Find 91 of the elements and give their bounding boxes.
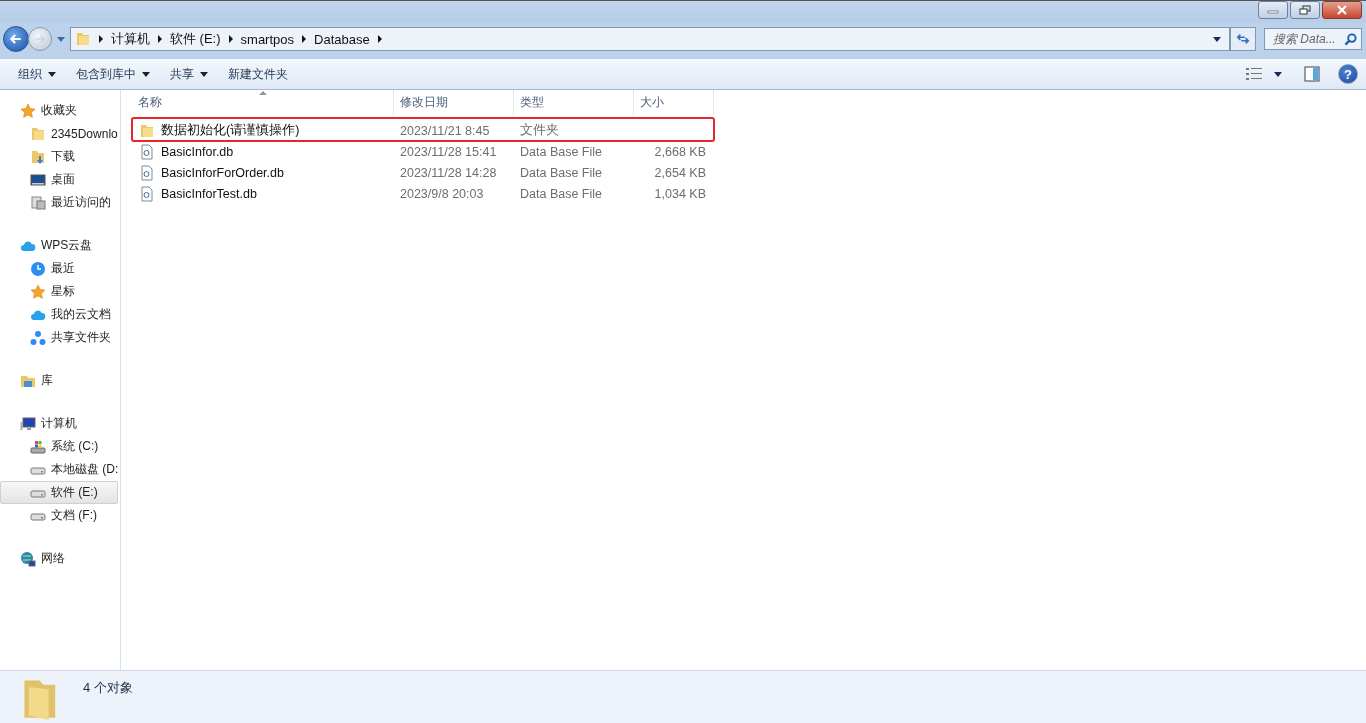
column-header[interactable]: 大小 xyxy=(634,90,714,115)
recent-places-icon xyxy=(30,194,46,211)
computer-icon xyxy=(20,415,36,432)
refresh-button[interactable] xyxy=(1230,27,1256,51)
forward-arrow-icon xyxy=(33,32,47,46)
file-name: BasicInforTest.db xyxy=(161,186,257,201)
toolbar-button[interactable]: 新建文件夹 xyxy=(218,61,298,87)
chevron-icon[interactable] xyxy=(302,35,307,43)
modified-date: 2023/11/21 8:45 xyxy=(399,123,491,138)
folder-icon xyxy=(30,125,46,142)
file-type: 文件夹 xyxy=(519,122,560,139)
column-header[interactable]: 类型 xyxy=(514,90,634,115)
file-row[interactable]: BasicInfor.db 2023/11/28 15:41 Data Base File 2,668 KB xyxy=(121,141,1366,162)
sidebar-item[interactable]: 系统 (C:) xyxy=(0,435,118,458)
breadcrumb-item[interactable]: 计算机 xyxy=(111,30,150,48)
toolbar-button[interactable]: 共享 xyxy=(160,61,218,87)
chevron-icon[interactable] xyxy=(99,35,103,43)
folder-icon xyxy=(75,31,91,47)
star-icon xyxy=(30,283,46,300)
file-type: Data Base File xyxy=(519,144,603,159)
file-row[interactable]: BasicInforForOrder.db 2023/11/28 14:28 Data Base File 2,654 KB xyxy=(121,162,1366,183)
sidebar-item[interactable]: 本地磁盘 (D: xyxy=(0,458,118,481)
modified-date: 2023/11/28 15:41 xyxy=(399,144,498,159)
minimize-button[interactable] xyxy=(1258,1,1288,19)
sidebar-item[interactable]: 2345Downlo xyxy=(0,122,118,145)
network-icon xyxy=(20,550,36,567)
back-button[interactable] xyxy=(3,26,29,52)
file-type: Data Base File xyxy=(519,186,603,201)
file-icon xyxy=(139,185,155,202)
caret-icon xyxy=(200,71,208,77)
help-button[interactable]: ? xyxy=(1338,64,1358,84)
sidebar-item[interactable]: 下载 xyxy=(0,145,118,168)
sidebar-item[interactable]: 收藏夹 xyxy=(0,99,118,122)
restore-button[interactable] xyxy=(1290,1,1320,19)
file-name: BasicInforForOrder.db xyxy=(161,165,284,180)
refresh-icon xyxy=(1236,32,1250,46)
address-bar[interactable]: 计算机 软件 (E:) smartpos Database xyxy=(70,27,1230,51)
toolbar-button[interactable]: 包含到库中 xyxy=(66,61,160,87)
dropdown-caret-icon[interactable] xyxy=(1213,36,1221,42)
preview-pane-icon[interactable] xyxy=(1304,66,1320,82)
sidebar-item[interactable]: 网络 xyxy=(0,547,118,570)
restore-icon xyxy=(1299,5,1311,15)
chevron-icon[interactable] xyxy=(158,35,162,43)
desktop-icon xyxy=(30,171,46,188)
sidebar-item[interactable]: 库 xyxy=(0,369,118,392)
toolbar-button[interactable]: 组织 xyxy=(8,61,66,87)
file-size: 2,668 KB xyxy=(654,144,706,159)
sidebar-item[interactable]: 我的云文档 xyxy=(0,303,118,326)
sidebar-item[interactable]: 最近访问的 xyxy=(0,191,118,214)
modified-date: 2023/9/8 20:03 xyxy=(399,186,485,201)
file-size: 2,654 KB xyxy=(654,165,706,180)
clock-icon xyxy=(30,260,46,277)
item-count: 4 个对象 xyxy=(83,679,133,697)
chevron-icon[interactable] xyxy=(377,35,382,43)
back-arrow-icon xyxy=(8,31,24,47)
download-folder-icon xyxy=(30,148,46,165)
breadcrumb-item[interactable]: smartpos xyxy=(240,31,295,47)
file-row[interactable]: BasicInforTest.db 2023/9/8 20:03 Data Base File 1,034 KB xyxy=(121,183,1366,204)
search-icon xyxy=(1344,33,1357,46)
breadcrumb-item[interactable]: 软件 (E:) xyxy=(170,30,221,48)
dropdown-caret-icon[interactable] xyxy=(1274,71,1282,77)
file-icon xyxy=(139,143,155,160)
sidebar-item[interactable]: 最近 xyxy=(0,257,118,280)
file-name: BasicInfor.db xyxy=(161,144,234,159)
system-drive-icon xyxy=(30,438,46,455)
share-icon xyxy=(30,329,46,346)
file-size: 1,034 KB xyxy=(654,186,706,201)
search-field[interactable]: 搜索 Data... xyxy=(1264,28,1362,50)
caret-icon xyxy=(142,71,150,77)
chevron-icon[interactable] xyxy=(228,35,233,43)
folder-icon xyxy=(139,122,155,139)
sidebar-item[interactable]: 文档 (F:) xyxy=(0,504,118,527)
sidebar-item[interactable]: 桌面 xyxy=(0,168,118,191)
close-icon xyxy=(1336,5,1348,15)
history-dropdown-icon[interactable] xyxy=(57,36,65,42)
sidebar-item[interactable]: 共享文件夹 xyxy=(0,326,118,349)
sidebar-item[interactable]: WPS云盘 xyxy=(0,234,118,257)
modified-date: 2023/11/28 14:28 xyxy=(399,165,498,180)
column-header[interactable]: 修改日期 xyxy=(394,90,514,115)
file-name: 数据初始化(请谨慎操作) xyxy=(161,122,300,139)
file-icon xyxy=(139,164,155,181)
sidebar-item[interactable]: 软件 (E:) xyxy=(0,481,118,504)
star-icon xyxy=(20,102,36,119)
caret-icon xyxy=(48,71,56,77)
close-button[interactable] xyxy=(1322,1,1362,19)
breadcrumb-item[interactable]: Database xyxy=(314,31,370,47)
file-row[interactable]: 数据初始化(请谨慎操作) 2023/11/21 8:45 文件夹 xyxy=(121,120,1366,141)
sidebar-item[interactable]: 计算机 xyxy=(0,412,118,435)
view-options-icon[interactable] xyxy=(1246,67,1262,81)
file-type: Data Base File xyxy=(519,165,603,180)
sidebar-item[interactable]: 星标 xyxy=(0,280,118,303)
